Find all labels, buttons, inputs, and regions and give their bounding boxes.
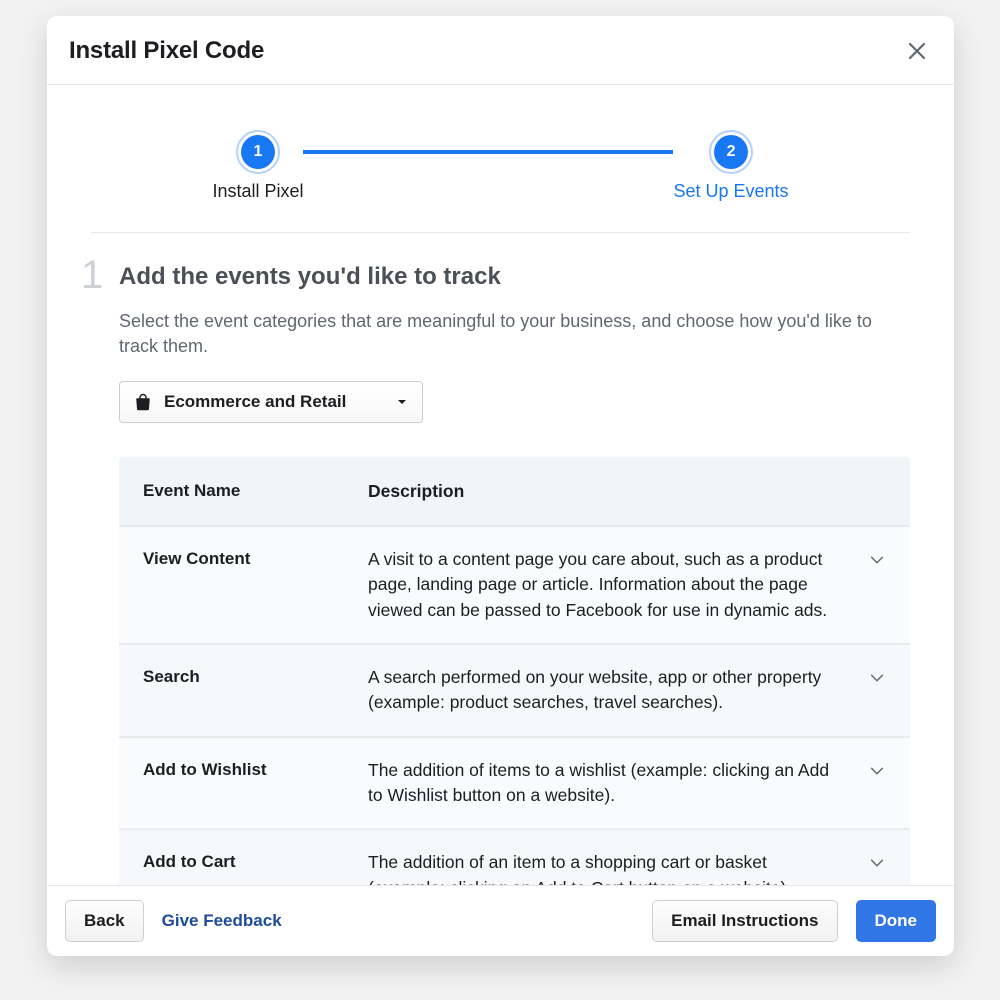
event-row[interactable]: Search A search performed on your websit… bbox=[119, 645, 910, 738]
section-title: Add the events you'd like to track bbox=[119, 263, 910, 291]
close-icon bbox=[907, 41, 927, 61]
stepper: 1 Install Pixel 2 Set Up Events bbox=[91, 85, 910, 233]
modal-body: 1 Install Pixel 2 Set Up Events 1 Add th… bbox=[47, 85, 954, 885]
event-description: A search performed on your website, app … bbox=[368, 665, 854, 716]
done-button[interactable]: Done bbox=[856, 900, 937, 942]
expand-toggle[interactable] bbox=[854, 758, 886, 780]
chevron-down-icon bbox=[868, 762, 886, 780]
col-header-name: Event Name bbox=[143, 479, 368, 504]
install-pixel-modal: Install Pixel Code 1 Install Pixel 2 Set… bbox=[47, 16, 954, 956]
step-set-up-events[interactable]: 2 Set Up Events bbox=[673, 135, 788, 202]
chevron-down-icon bbox=[868, 551, 886, 569]
modal-header: Install Pixel Code bbox=[47, 16, 954, 85]
events-table: Event Name Description View Content A vi… bbox=[119, 457, 910, 885]
chevron-down-icon bbox=[868, 854, 886, 872]
category-label: Ecommerce and Retail bbox=[164, 392, 346, 412]
modal-title: Install Pixel Code bbox=[69, 37, 264, 65]
event-name: Add to Wishlist bbox=[143, 758, 368, 780]
event-row[interactable]: Add to Wishlist The addition of items to… bbox=[119, 738, 910, 831]
event-description: A visit to a content page you care about… bbox=[368, 547, 854, 623]
event-row[interactable]: View Content A visit to a content page y… bbox=[119, 527, 910, 645]
email-instructions-button[interactable]: Email Instructions bbox=[652, 900, 837, 942]
give-feedback-link[interactable]: Give Feedback bbox=[162, 911, 282, 931]
close-button[interactable] bbox=[902, 36, 932, 66]
section-number: 1 bbox=[81, 253, 103, 298]
events-table-header: Event Name Description bbox=[119, 457, 910, 526]
caret-down-icon bbox=[396, 396, 408, 408]
shopping-bag-icon bbox=[134, 393, 152, 411]
step-label: Install Pixel bbox=[212, 181, 303, 202]
event-name: Search bbox=[143, 665, 368, 687]
section-description: Select the event categories that are mea… bbox=[119, 309, 910, 359]
event-name: Add to Cart bbox=[143, 850, 368, 872]
add-events-section: 1 Add the events you'd like to track Sel… bbox=[91, 263, 910, 885]
col-header-desc: Description bbox=[368, 479, 854, 504]
step-install-pixel[interactable]: 1 Install Pixel bbox=[212, 135, 303, 202]
step-label: Set Up Events bbox=[673, 181, 788, 202]
event-name: View Content bbox=[143, 547, 368, 569]
step-circle: 2 bbox=[714, 135, 748, 169]
expand-toggle[interactable] bbox=[854, 547, 886, 569]
modal-footer: Back Give Feedback Email Instructions Do… bbox=[47, 885, 954, 956]
chevron-down-icon bbox=[868, 669, 886, 687]
expand-toggle[interactable] bbox=[854, 850, 886, 872]
back-button[interactable]: Back bbox=[65, 900, 144, 942]
event-description: The addition of items to a wishlist (exa… bbox=[368, 758, 854, 809]
stepper-connector bbox=[303, 150, 673, 154]
step-circle: 1 bbox=[241, 135, 275, 169]
expand-toggle[interactable] bbox=[854, 665, 886, 687]
event-description: The addition of an item to a shopping ca… bbox=[368, 850, 854, 885]
category-dropdown[interactable]: Ecommerce and Retail bbox=[119, 381, 423, 423]
event-row[interactable]: Add to Cart The addition of an item to a… bbox=[119, 830, 910, 885]
